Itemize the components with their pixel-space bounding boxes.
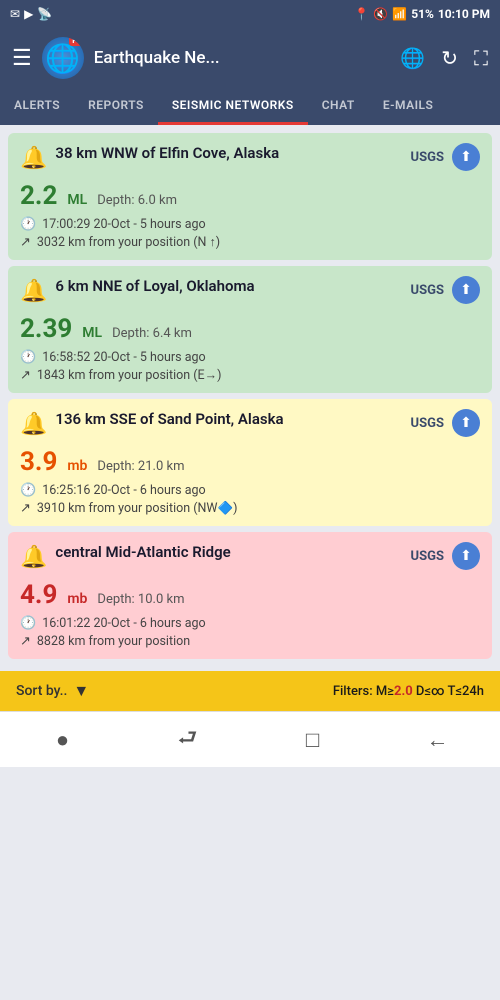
source-badge: USGS: [411, 549, 444, 564]
distance-value: 3910 km from your position (NW🔷): [37, 501, 238, 516]
time-value: 17:00:29 20-Oct - 5 hours ago: [42, 217, 205, 232]
location-icon: 📍: [354, 7, 369, 21]
quake-title: central Mid-Atlantic Ridge: [55, 543, 230, 563]
quake-title: 6 km NNE of Loyal, Oklahoma: [55, 277, 254, 297]
filter-prefix: Filters: M≥: [333, 684, 394, 699]
header-actions: 🌐 ↻ ⛶: [400, 46, 488, 70]
distance-value: 8828 km from your position: [37, 634, 190, 649]
status-right: 📍 🔇 📶 51% 10:10 PM: [354, 7, 490, 21]
magnitude-type: ML: [82, 325, 102, 341]
earthquake-card[interactable]: 🔔 136 km SSE of Sand Point, Alaska USGS …: [8, 399, 492, 526]
sort-section[interactable]: Sort by.. ▼: [16, 681, 89, 701]
filter-text: Filters: M≥2.0 D≤∞ T≤24h: [333, 684, 484, 699]
earthquake-card[interactable]: 🔔 central Mid-Atlantic Ridge USGS ⬆ 4.9 m…: [8, 532, 492, 659]
depth-value: Depth: 21.0 km: [97, 459, 184, 474]
quake-icon: 🔔: [20, 545, 47, 570]
magnitude-value: 3.9: [20, 447, 57, 477]
filter-suffix: D≤∞ T≤24h: [413, 684, 484, 699]
depth-value: Depth: 10.0 km: [97, 592, 184, 607]
share-button[interactable]: ⬆: [452, 276, 480, 304]
magnitude-type: mb: [67, 458, 87, 474]
wifi-icon: 📶: [392, 7, 407, 21]
clock-time: 10:10 PM: [438, 7, 490, 21]
tab-chat[interactable]: CHAT: [308, 88, 369, 125]
clock-icon: 🕐: [20, 483, 36, 498]
depth-value: Depth: 6.4 km: [112, 326, 192, 341]
tab-bar: ALERTS REPORTS SEISMIC NETWORKS CHAT E-M…: [0, 88, 500, 125]
signal-icon: 📡: [37, 7, 52, 21]
tab-emails[interactable]: E-MAILS: [369, 88, 448, 125]
time-value: 16:58:52 20-Oct - 5 hours ago: [42, 350, 205, 365]
menu-button[interactable]: ☰: [12, 46, 32, 71]
source-badge: USGS: [411, 150, 444, 165]
quake-title: 38 km WNW of Elfin Cove, Alaska: [55, 144, 279, 164]
mute-icon: 🔇: [373, 7, 388, 21]
quake-icon: 🔔: [20, 412, 47, 437]
magnitude-type: ML: [67, 192, 87, 208]
earthquake-card[interactable]: 🔔 6 km NNE of Loyal, Oklahoma USGS ⬆ 2.3…: [8, 266, 492, 393]
share-button[interactable]: ⬆: [452, 409, 480, 437]
globe-button[interactable]: 🌐: [400, 46, 425, 70]
tab-reports[interactable]: REPORTS: [74, 88, 158, 125]
time-value: 16:01:22 20-Oct - 6 hours ago: [42, 616, 205, 631]
clock-icon: 🕐: [20, 217, 36, 232]
distance-value: 3032 km from your position (N ↑): [37, 235, 220, 250]
play-icon: ▶: [24, 7, 33, 21]
navigation-bar: ● ⮐ □ ←: [0, 711, 500, 767]
bottom-filter-bar: Sort by.. ▼ Filters: M≥2.0 D≤∞ T≤24h: [0, 671, 500, 711]
battery-level: 51%: [411, 7, 434, 21]
distance-icon: ↗: [20, 634, 31, 649]
app-header: ☰ Pro Earthquake Ne... 🌐 ↻ ⛶: [0, 28, 500, 88]
share-button[interactable]: ⬆: [452, 143, 480, 171]
app-logo: Pro: [42, 37, 84, 79]
nav-overview[interactable]: □: [288, 722, 338, 758]
refresh-button[interactable]: ↻: [441, 46, 458, 70]
earthquake-card[interactable]: 🔔 38 km WNW of Elfin Cove, Alaska USGS ⬆…: [8, 133, 492, 260]
magnitude-value: 2.39: [20, 314, 72, 344]
app-title: Earthquake Ne...: [94, 48, 391, 68]
nav-recent[interactable]: ⮐: [163, 722, 213, 758]
time-value: 16:25:16 20-Oct - 6 hours ago: [42, 483, 205, 498]
sort-label: Sort by..: [16, 683, 67, 699]
depth-value: Depth: 6.0 km: [97, 193, 177, 208]
tab-alerts[interactable]: ALERTS: [0, 88, 74, 125]
nav-home[interactable]: ●: [38, 722, 88, 758]
magnitude-type: mb: [67, 591, 87, 607]
source-badge: USGS: [411, 416, 444, 431]
distance-icon: ↗: [20, 235, 31, 250]
magnitude-value: 4.9: [20, 580, 57, 610]
quake-icon: 🔔: [20, 279, 47, 304]
message-icon: ✉: [10, 7, 20, 21]
expand-button[interactable]: ⛶: [474, 46, 488, 70]
sort-dropdown-icon[interactable]: ▼: [73, 681, 89, 701]
magnitude-value: 2.2: [20, 181, 57, 211]
clock-icon: 🕐: [20, 350, 36, 365]
quake-title: 136 km SSE of Sand Point, Alaska: [55, 410, 283, 430]
clock-icon: 🕐: [20, 616, 36, 631]
distance-icon: ↗: [20, 501, 31, 516]
filter-magnitude: 2.0: [394, 684, 413, 699]
share-button[interactable]: ⬆: [452, 542, 480, 570]
earthquake-list: 🔔 38 km WNW of Elfin Cove, Alaska USGS ⬆…: [0, 125, 500, 667]
distance-value: 1843 km from your position (E→): [37, 368, 222, 383]
tab-seismic-networks[interactable]: SEISMIC NETWORKS: [158, 88, 308, 125]
pro-badge: Pro: [69, 37, 83, 46]
status-bar: ✉ ▶ 📡 📍 🔇 📶 51% 10:10 PM: [0, 0, 500, 28]
source-badge: USGS: [411, 283, 444, 298]
quake-icon: 🔔: [20, 146, 47, 171]
distance-icon: ↗: [20, 368, 31, 383]
nav-back[interactable]: ←: [413, 722, 463, 758]
status-left-icons: ✉ ▶ 📡: [10, 7, 52, 21]
